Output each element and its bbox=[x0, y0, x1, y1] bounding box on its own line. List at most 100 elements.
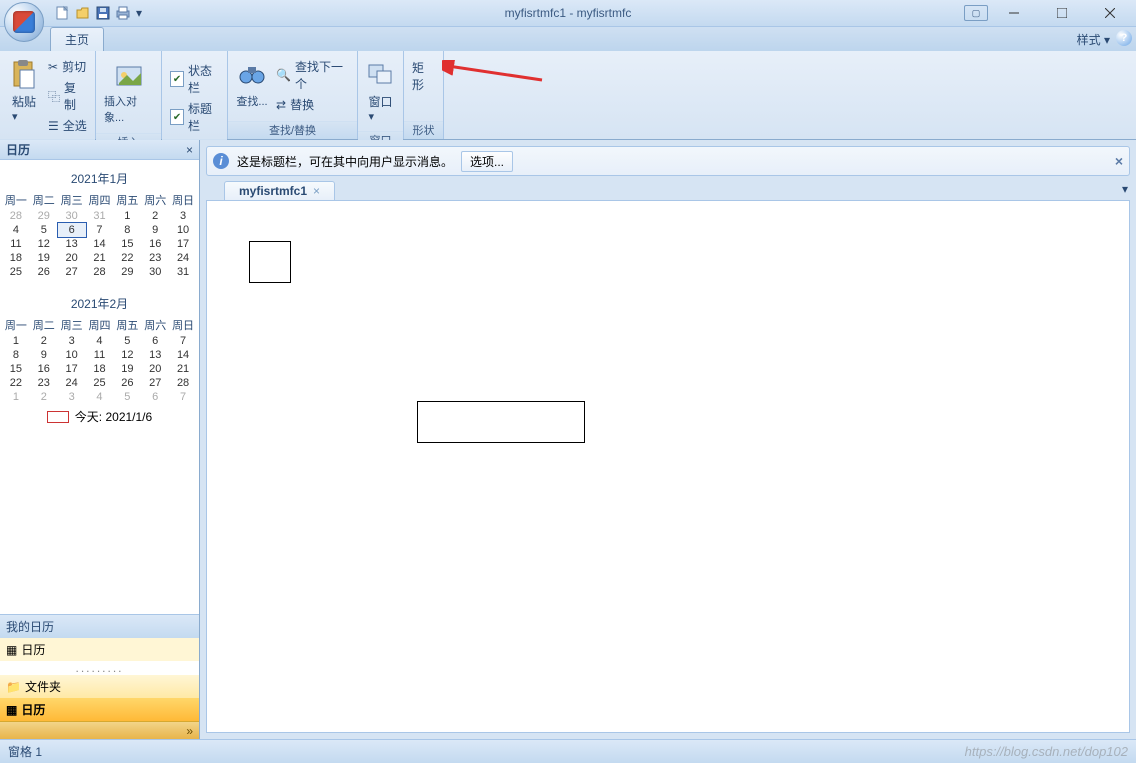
cal-day[interactable]: 19 bbox=[30, 251, 58, 265]
cal-day[interactable]: 2 bbox=[30, 334, 58, 348]
ribbon-display-icon[interactable]: ▢ bbox=[964, 5, 988, 21]
qat-dropdown-icon[interactable]: ▾ bbox=[134, 4, 144, 22]
cal-day[interactable]: 4 bbox=[86, 390, 114, 404]
cal-day[interactable]: 20 bbox=[141, 362, 169, 376]
nav-calendar-item[interactable]: ▦日历 bbox=[0, 638, 199, 661]
cal-day[interactable]: 18 bbox=[2, 251, 30, 265]
cal-day[interactable]: 7 bbox=[169, 334, 197, 348]
qat-new-icon[interactable] bbox=[54, 4, 72, 22]
cal-day[interactable]: 27 bbox=[141, 376, 169, 390]
today-row[interactable]: 今天: 2021/1/6 bbox=[2, 408, 197, 425]
cal-day[interactable]: 16 bbox=[141, 237, 169, 251]
cal-day[interactable]: 10 bbox=[58, 348, 86, 362]
tab-home[interactable]: 主页 bbox=[50, 27, 104, 51]
cal-day[interactable]: 7 bbox=[86, 223, 114, 237]
maximize-button[interactable] bbox=[1040, 3, 1084, 23]
cal2-grid[interactable]: 周一周二周三周四周五周六周日12345678910111213141516171… bbox=[2, 316, 197, 404]
copy-button[interactable]: ⿻复制 bbox=[44, 78, 91, 114]
cal-day[interactable]: 30 bbox=[58, 209, 86, 223]
cal-day[interactable]: 8 bbox=[2, 348, 30, 362]
cal-day[interactable]: 23 bbox=[30, 376, 58, 390]
cal1-grid[interactable]: 周一周二周三周四周五周六周日28293031123456789101112131… bbox=[2, 191, 197, 279]
cal-day[interactable]: 17 bbox=[169, 237, 197, 251]
cal-day[interactable]: 19 bbox=[113, 362, 141, 376]
findnext-button[interactable]: 🔍查找下一个 bbox=[272, 57, 353, 93]
message-close-icon[interactable]: × bbox=[1115, 153, 1123, 169]
cal-day[interactable]: 23 bbox=[141, 251, 169, 265]
cal-day[interactable]: 25 bbox=[86, 376, 114, 390]
cal-day[interactable]: 7 bbox=[169, 390, 197, 404]
cal-day[interactable]: 4 bbox=[2, 223, 30, 237]
cal-day[interactable]: 12 bbox=[30, 237, 58, 251]
cal-day[interactable]: 20 bbox=[58, 251, 86, 265]
close-button[interactable] bbox=[1088, 3, 1132, 23]
help-icon[interactable]: ? bbox=[1116, 30, 1132, 46]
cut-button[interactable]: ✂剪切 bbox=[44, 57, 91, 76]
cal-day[interactable]: 24 bbox=[169, 251, 197, 265]
cal-day[interactable]: 1 bbox=[2, 390, 30, 404]
cal-day[interactable]: 16 bbox=[30, 362, 58, 376]
cal-day[interactable]: 6 bbox=[141, 334, 169, 348]
cal-day[interactable]: 6 bbox=[58, 223, 86, 237]
cal-day[interactable]: 9 bbox=[141, 223, 169, 237]
selectall-button[interactable]: ☰全选 bbox=[44, 116, 91, 135]
cal-day[interactable]: 31 bbox=[169, 265, 197, 279]
cal-day[interactable]: 29 bbox=[30, 209, 58, 223]
cal-day[interactable]: 30 bbox=[141, 265, 169, 279]
cal-day[interactable]: 18 bbox=[86, 362, 114, 376]
cal-day[interactable]: 3 bbox=[58, 390, 86, 404]
cal-day[interactable]: 24 bbox=[58, 376, 86, 390]
cal-day[interactable]: 29 bbox=[113, 265, 141, 279]
rectangle-button[interactable]: 矩形 bbox=[408, 55, 439, 94]
cal-day[interactable]: 14 bbox=[86, 237, 114, 251]
cal-day[interactable]: 22 bbox=[113, 251, 141, 265]
mycal-header[interactable]: 我的日历 bbox=[0, 615, 199, 638]
cal-day[interactable]: 1 bbox=[2, 334, 30, 348]
cal-day[interactable]: 11 bbox=[86, 348, 114, 362]
cal-day[interactable]: 28 bbox=[86, 265, 114, 279]
cal-day[interactable]: 8 bbox=[113, 223, 141, 237]
cal-day[interactable]: 14 bbox=[169, 348, 197, 362]
titlebar-checkbox[interactable]: ✔标题栏 bbox=[166, 99, 223, 135]
cal-day[interactable]: 9 bbox=[30, 348, 58, 362]
app-menu-orb[interactable] bbox=[4, 2, 44, 42]
cal-day[interactable]: 2 bbox=[141, 209, 169, 223]
cal-day[interactable]: 27 bbox=[58, 265, 86, 279]
tab-close-icon[interactable]: × bbox=[313, 184, 320, 198]
cal-day[interactable]: 2 bbox=[30, 390, 58, 404]
cal-day[interactable]: 5 bbox=[113, 334, 141, 348]
cal-day[interactable]: 21 bbox=[169, 362, 197, 376]
shape-rect-wide[interactable] bbox=[417, 401, 585, 443]
cal-day[interactable]: 10 bbox=[169, 223, 197, 237]
tab-dropdown-icon[interactable]: ▾ bbox=[1122, 182, 1128, 196]
minimize-button[interactable] bbox=[992, 3, 1036, 23]
insert-object-button[interactable]: 插入对象... bbox=[100, 55, 157, 129]
cal-day[interactable]: 26 bbox=[113, 376, 141, 390]
cal-day[interactable]: 28 bbox=[169, 376, 197, 390]
cal-day[interactable]: 13 bbox=[141, 348, 169, 362]
qat-save-icon[interactable] bbox=[94, 4, 112, 22]
replace-button[interactable]: ⇄替换 bbox=[272, 95, 353, 114]
cal-day[interactable]: 17 bbox=[58, 362, 86, 376]
cal-day[interactable]: 3 bbox=[169, 209, 197, 223]
cal-day[interactable]: 12 bbox=[113, 348, 141, 362]
cal-day[interactable]: 3 bbox=[58, 334, 86, 348]
cal-day[interactable]: 15 bbox=[113, 237, 141, 251]
nav-folder-item[interactable]: 📁文件夹 bbox=[0, 675, 199, 698]
cal-day[interactable]: 15 bbox=[2, 362, 30, 376]
statusbar-checkbox[interactable]: ✔状态栏 bbox=[166, 61, 223, 97]
cal-day[interactable]: 5 bbox=[113, 390, 141, 404]
document-tab[interactable]: myfisrtmfc1 × bbox=[224, 181, 335, 200]
cal-day[interactable]: 25 bbox=[2, 265, 30, 279]
qat-print-icon[interactable] bbox=[114, 4, 132, 22]
cal-day[interactable]: 11 bbox=[2, 237, 30, 251]
close-icon[interactable]: × bbox=[186, 143, 193, 157]
cal-day[interactable]: 22 bbox=[2, 376, 30, 390]
cal-day[interactable]: 6 bbox=[141, 390, 169, 404]
cal-day[interactable]: 28 bbox=[2, 209, 30, 223]
options-button[interactable]: 选项... bbox=[461, 151, 513, 172]
find-button[interactable]: 查找... bbox=[232, 55, 272, 113]
paste-button[interactable]: 粘贴▾ bbox=[4, 55, 44, 127]
window-button[interactable]: 窗口▾ bbox=[361, 55, 401, 127]
qat-open-icon[interactable] bbox=[74, 4, 92, 22]
